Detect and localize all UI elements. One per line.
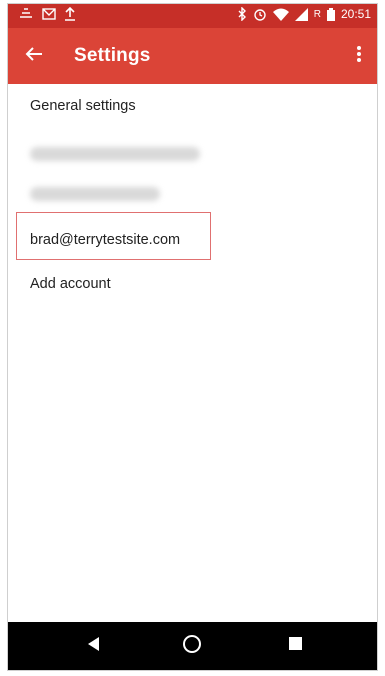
account-item-2[interactable]	[8, 172, 377, 216]
account-email-label: brad@terrytestsite.com	[30, 232, 181, 248]
nav-back-button[interactable]	[78, 630, 110, 662]
status-time: 20:51	[340, 7, 371, 21]
general-settings-label: General settings	[30, 98, 136, 114]
redacted-account-1	[30, 147, 200, 161]
navigation-bar	[8, 622, 377, 670]
nav-home-button[interactable]	[176, 630, 208, 662]
overflow-menu-button[interactable]	[347, 40, 371, 72]
redacted-account-2	[30, 187, 160, 201]
gmail-notification-icon	[42, 8, 56, 20]
roaming-indicator: R	[313, 8, 321, 20]
account-item-3[interactable]: brad@terrytestsite.com	[8, 218, 377, 262]
upload-notification-icon	[64, 7, 76, 21]
status-bar: R 20:51	[8, 4, 377, 28]
triangle-back-icon	[88, 636, 100, 656]
phone-frame: R 20:51 Settings General settings brad@t…	[7, 3, 378, 671]
general-settings-item[interactable]: General settings	[8, 84, 377, 128]
bluetooth-icon	[237, 7, 247, 21]
circle-home-icon	[182, 634, 202, 659]
back-button[interactable]	[18, 40, 50, 72]
nav-recents-button[interactable]	[279, 630, 311, 662]
battery-icon	[326, 7, 335, 21]
cast-notification-icon	[18, 7, 34, 21]
page-title: Settings	[74, 45, 151, 66]
signal-icon	[294, 7, 308, 21]
arrow-left-icon	[25, 46, 43, 67]
add-account-label: Add account	[30, 276, 111, 292]
add-account-item[interactable]: Add account	[8, 262, 377, 306]
alarm-icon	[253, 7, 267, 21]
app-bar: Settings	[8, 28, 377, 84]
wifi-icon	[272, 8, 289, 21]
square-recents-icon	[288, 637, 302, 655]
account-item-1[interactable]	[8, 132, 377, 176]
more-vert-icon	[357, 45, 361, 67]
